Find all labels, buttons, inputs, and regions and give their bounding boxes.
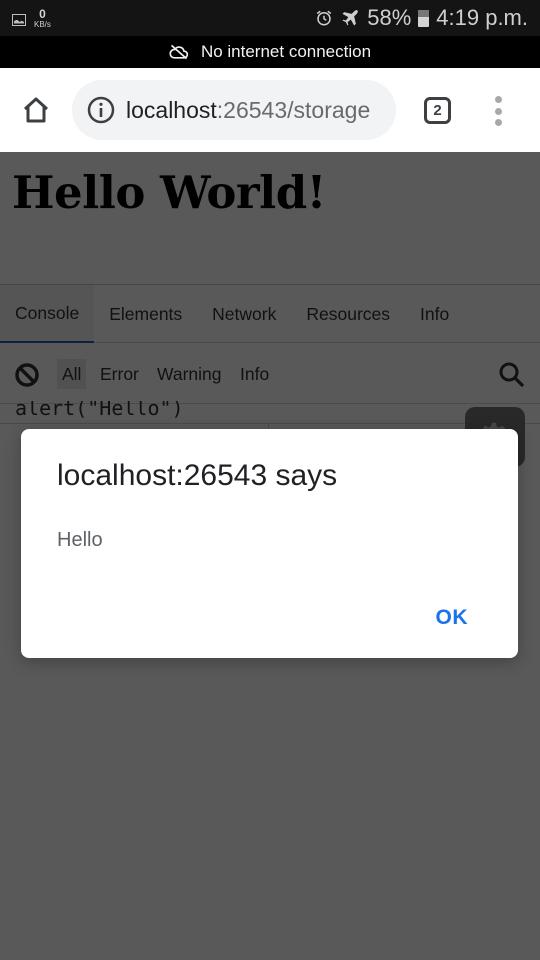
- battery-icon: [418, 9, 430, 27]
- more-vert-icon-dot: [494, 119, 502, 126]
- image-icon: [12, 13, 26, 26]
- dialog-message: Hello: [57, 529, 103, 551]
- url-text[interactable]: localhost:26543/storage: [126, 97, 370, 124]
- browser-toolbar: localhost:26543/storage 2: [0, 68, 540, 152]
- info-icon[interactable]: [86, 95, 116, 125]
- ok-button[interactable]: OK: [436, 606, 469, 630]
- offline-banner: No internet connection: [0, 36, 540, 68]
- more-vert-icon-dot: [494, 107, 502, 115]
- airplane-mode-icon: [342, 10, 359, 26]
- url-host: localhost: [126, 96, 217, 123]
- home-button[interactable]: [20, 94, 52, 126]
- more-vert-icon-dot: [494, 96, 502, 103]
- alert-dialog: localhost:26543 says Hello OK: [21, 429, 518, 658]
- more-menu-button[interactable]: [492, 96, 504, 126]
- dialog-title: localhost:26543 says: [57, 459, 338, 492]
- clock: 4:19 p.m.: [436, 5, 528, 30]
- alarm-icon: [317, 10, 332, 26]
- status-bar: 0 KB/s 58% 4:19 p.m.: [0, 0, 540, 36]
- cloud-off-icon: [169, 44, 189, 60]
- offline-text: No internet connection: [200, 42, 372, 61]
- tab-switcher-button[interactable]: 2: [424, 97, 451, 124]
- network-speed-value: 0: [39, 7, 46, 21]
- network-speed: 0 KB/s: [34, 8, 51, 29]
- tab-count: 2: [433, 102, 442, 119]
- network-speed-unit: KB/s: [34, 20, 51, 29]
- url-path: :26543/storage: [216, 96, 371, 123]
- battery-percent: 58%: [367, 5, 412, 30]
- address-bar[interactable]: localhost:26543/storage: [72, 80, 396, 140]
